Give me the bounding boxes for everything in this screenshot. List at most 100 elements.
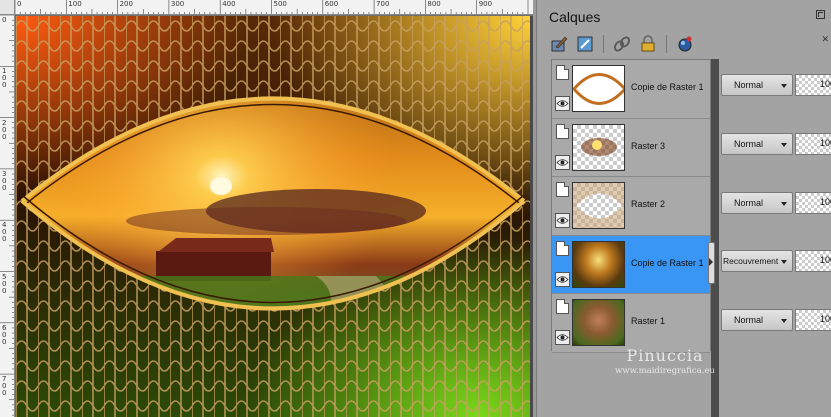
ruler-top-label: 0 [17, 0, 22, 8]
layer-thumb-sun [581, 137, 617, 156]
blend-mode-value: Recouvrement [723, 256, 779, 267]
watermark-url: www.maidiregrafica.eu [615, 366, 715, 376]
layer-name[interactable]: Copie de Raster 1 [631, 258, 704, 268]
layer-toggles [554, 63, 571, 115]
ruler-left: 0 1 0 0 2 0 0 3 0 0 4 0 0 5 0 0 6 0 0 7 0 0 [0, 15, 15, 417]
watermark: Pinuccia www.maidiregrafica.eu [600, 346, 730, 376]
ruler-top-label: 600 [324, 0, 339, 8]
layer-type-icon[interactable] [556, 65, 569, 80]
layer-type-icon[interactable] [556, 299, 569, 315]
chevron-down-icon [781, 142, 787, 147]
toolbar-separator [603, 35, 604, 53]
blend-mode-select[interactable]: Normal [721, 191, 793, 214]
canvas-image[interactable] [16, 16, 530, 417]
ruler-top-label: 800 [427, 0, 441, 8]
layer-toggles [554, 122, 571, 174]
eye-icon[interactable] [555, 154, 570, 170]
layer-thumbnail[interactable] [572, 240, 625, 288]
blend-mode-select[interactable]: Recouvrement [721, 250, 793, 273]
layer-type-icon[interactable] [556, 240, 569, 256]
layer-toggles [554, 180, 571, 232]
canvas-area[interactable]: 0 100 200 300 400 500 600 700 800 900 0 1 0 0 2 0 0… [0, 0, 533, 417]
ruler-left-label: 5 0 0 [2, 272, 7, 295]
blend-mode-select[interactable]: Normal [721, 74, 793, 96]
layer-blend-row: Recouvrement 100 [719, 235, 831, 293]
ruler-left-label: 2 0 0 [2, 118, 7, 141]
app-window: 0 100 200 300 400 500 600 700 800 900 0 1 0 0 2 0 0… [0, 0, 831, 417]
layer-row[interactable]: Raster 3 [552, 118, 710, 178]
ruler-top-label: 500 [273, 0, 287, 8]
layer-name[interactable]: Copie de Raster 1 [631, 82, 704, 92]
opacity-value: 100 [820, 79, 831, 89]
blend-mode-select[interactable]: Normal [721, 309, 793, 332]
panel-restore-icon[interactable] [816, 10, 825, 19]
ruler-top-label: 900 [478, 0, 493, 8]
eye-icon[interactable] [555, 96, 570, 111]
layers-toolbar [549, 33, 695, 55]
layer-type-icon[interactable] [556, 182, 569, 198]
chevron-down-icon [781, 319, 787, 324]
layer-thumbnail[interactable] [572, 299, 625, 347]
layer-name[interactable]: Raster 2 [631, 199, 665, 209]
eye-icon[interactable] [555, 213, 570, 229]
layer-name[interactable]: Raster 1 [631, 316, 665, 326]
layer-thumbnail[interactable] [572, 65, 625, 112]
blend-mode-value: Normal [734, 80, 764, 90]
ruler-top-label: 300 [170, 0, 185, 8]
link-icon[interactable] [612, 34, 632, 54]
eye-icon[interactable] [555, 330, 570, 346]
layers-list: Copie de Raster 1 Raster 3 Raster 2 Copi… [551, 59, 711, 353]
opacity-field[interactable]: 100 [795, 132, 831, 155]
layer-name[interactable]: Raster 3 [631, 141, 665, 151]
panel-close-icon[interactable]: ✕ [821, 34, 829, 45]
adjust-layer-icon[interactable] [575, 34, 595, 54]
opacity-field[interactable]: 100 [795, 250, 831, 273]
chevron-down-icon [781, 201, 787, 206]
opacity-value: 100 [820, 196, 831, 207]
layer-thumbnail[interactable] [572, 182, 625, 230]
lock-icon[interactable] [638, 34, 658, 54]
expand-arrow-icon[interactable] [709, 258, 713, 266]
layer-type-icon[interactable] [556, 123, 569, 139]
eye-icon[interactable] [555, 271, 570, 287]
ruler-top-label: 700 [376, 0, 390, 8]
chevron-down-icon [781, 260, 787, 265]
layer-row[interactable]: Raster 2 [552, 177, 710, 236]
opacity-value: 100 [820, 314, 831, 325]
layer-row[interactable]: Copie de Raster 1 [552, 60, 710, 119]
layer-thumb-frame [573, 183, 624, 229]
ruler-top-label: 200 [119, 0, 133, 8]
ruler-left-label: 1 0 0 [2, 67, 7, 90]
opacity-field[interactable]: 100 [795, 309, 831, 332]
canvas-scrollbar[interactable] [530, 16, 533, 417]
layer-toggles [554, 239, 571, 291]
blend-mode-value: Normal [734, 315, 764, 326]
panel-title: Calques [549, 9, 601, 25]
panel-header: Calques [537, 0, 831, 30]
opacity-field[interactable]: 100 [795, 191, 831, 214]
landscape-artwork [16, 16, 530, 417]
toolbar-separator [666, 35, 667, 53]
opacity-value: 100 [820, 137, 831, 148]
new-layer-brush-icon[interactable] [549, 34, 569, 54]
blend-mode-value: Normal [734, 197, 764, 208]
ruler-left-label: 3 0 0 [2, 169, 7, 192]
layer-blend-row: Normal 100 [719, 59, 831, 117]
layer-thumbnail[interactable] [572, 123, 625, 171]
ruler-left-label: 4 0 0 [2, 221, 7, 244]
layer-row[interactable]: Copie de Raster 1 [552, 235, 710, 295]
layer-thumb-lens [573, 73, 624, 105]
layer-blend-row: Normal 100 [719, 177, 831, 235]
mask-icon[interactable] [675, 34, 695, 54]
ruler-top-label: 100 [68, 0, 82, 8]
ruler-left-label: 7 0 0 [2, 375, 7, 398]
layer-blend-row: Normal 100 [719, 118, 831, 176]
layer-blend-row: Normal 100 [719, 294, 831, 352]
ruler-corner [0, 0, 15, 15]
blend-mode-select[interactable]: Normal [721, 132, 793, 155]
ruler-top-label: 400 [222, 0, 236, 8]
chevron-down-icon [781, 84, 787, 88]
ruler-left-label: 6 0 0 [2, 323, 7, 346]
opacity-field[interactable]: 100 [795, 74, 831, 96]
layer-row[interactable]: Raster 1 [552, 294, 710, 353]
